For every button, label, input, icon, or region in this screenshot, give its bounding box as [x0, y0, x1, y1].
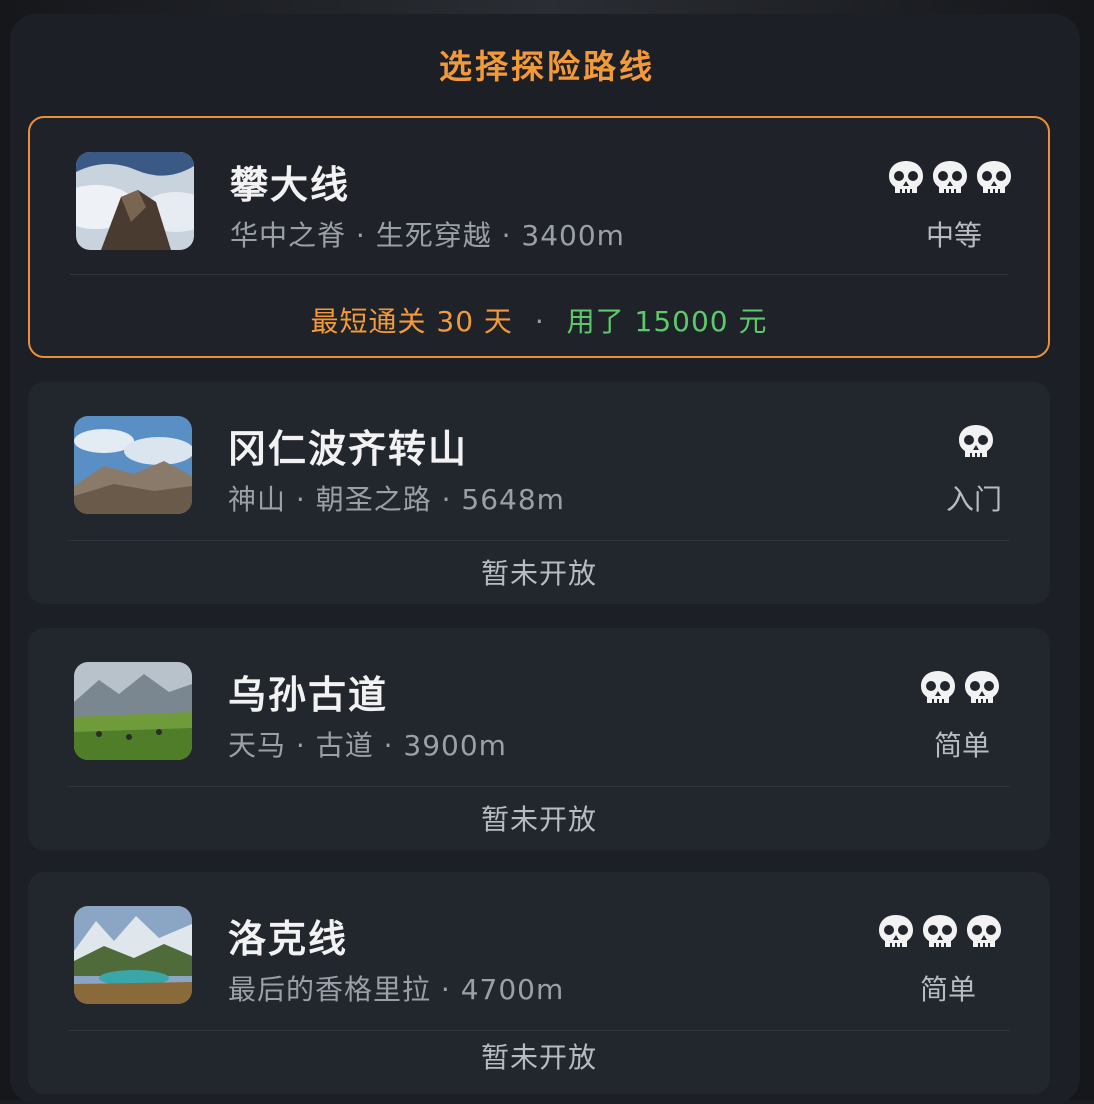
difficulty-label: 简单 [933, 729, 990, 762]
route-card-wusun[interactable]: 乌孙古道 天马 · 古道 · 3900m 简单 暂未开放 [28, 628, 1050, 850]
difficulty-label: 中等 [925, 219, 982, 252]
skull-icon [921, 671, 955, 703]
skull-icon [933, 161, 967, 193]
lake-mountain-image [74, 906, 192, 1004]
route-thumbnail [74, 416, 192, 514]
route-card-kailash[interactable]: 冈仁波齐转山 神山 · 朝圣之路 · 5648m 入门 暂未开放 [28, 382, 1050, 604]
app-background: 选择探险路线 攀大线 华中之脊 · 生死穿越 · 3400m 中等 最短通关 3… [0, 0, 1094, 1104]
route-thumbnail [76, 152, 194, 250]
skull-icon [965, 671, 999, 703]
grassland-image [74, 662, 192, 760]
sky-mountain-image [74, 416, 192, 514]
skull-icon [889, 161, 923, 193]
card-divider [68, 786, 1010, 787]
difficulty-skulls [956, 422, 996, 462]
best-time: 最短通关 30 天 [310, 305, 513, 338]
route-status: 暂未开放 [480, 1041, 597, 1074]
difficulty-label: 简单 [919, 973, 976, 1006]
skull-icon [967, 915, 1001, 947]
route-name: 攀大线 [230, 163, 351, 207]
route-name: 乌孙古道 [228, 673, 389, 717]
best-record: 最短通关 30 天 · 用了 15000 元 [30, 300, 1048, 340]
difficulty-skulls [886, 158, 1014, 198]
skull-icon [923, 915, 957, 947]
card-divider [70, 274, 1008, 275]
difficulty-skulls [918, 668, 1002, 708]
route-name: 洛克线 [228, 917, 349, 961]
separator: · [534, 305, 545, 338]
route-thumbnail [74, 906, 192, 1004]
route-status: 暂未开放 [480, 803, 597, 836]
route-status: 暂未开放 [480, 557, 597, 590]
card-divider [68, 540, 1010, 541]
mountain-cloud-image [76, 152, 194, 250]
route-subtitle: 华中之脊 · 生死穿越 · 3400m [230, 219, 625, 252]
difficulty-skulls [876, 912, 1004, 952]
card-divider [68, 1030, 1010, 1031]
skull-icon [959, 425, 993, 457]
page-title: 选择探险路线 [439, 47, 655, 86]
route-name: 冈仁波齐转山 [228, 427, 469, 471]
route-thumbnail [74, 662, 192, 760]
route-subtitle: 天马 · 古道 · 3900m [228, 729, 507, 762]
route-subtitle: 神山 · 朝圣之路 · 5648m [228, 483, 565, 516]
route-card-pandaxian[interactable]: 攀大线 华中之脊 · 生死穿越 · 3400m 中等 最短通关 30 天 · 用… [28, 116, 1050, 358]
route-card-luoke[interactable]: 洛克线 最后的香格里拉 · 4700m 简单 暂未开放 [28, 872, 1050, 1094]
skull-icon [977, 161, 1011, 193]
route-subtitle: 最后的香格里拉 · 4700m [228, 973, 565, 1006]
skull-icon [879, 915, 913, 947]
difficulty-label: 入门 [945, 483, 1002, 516]
money-spent: 用了 15000 元 [566, 305, 768, 338]
